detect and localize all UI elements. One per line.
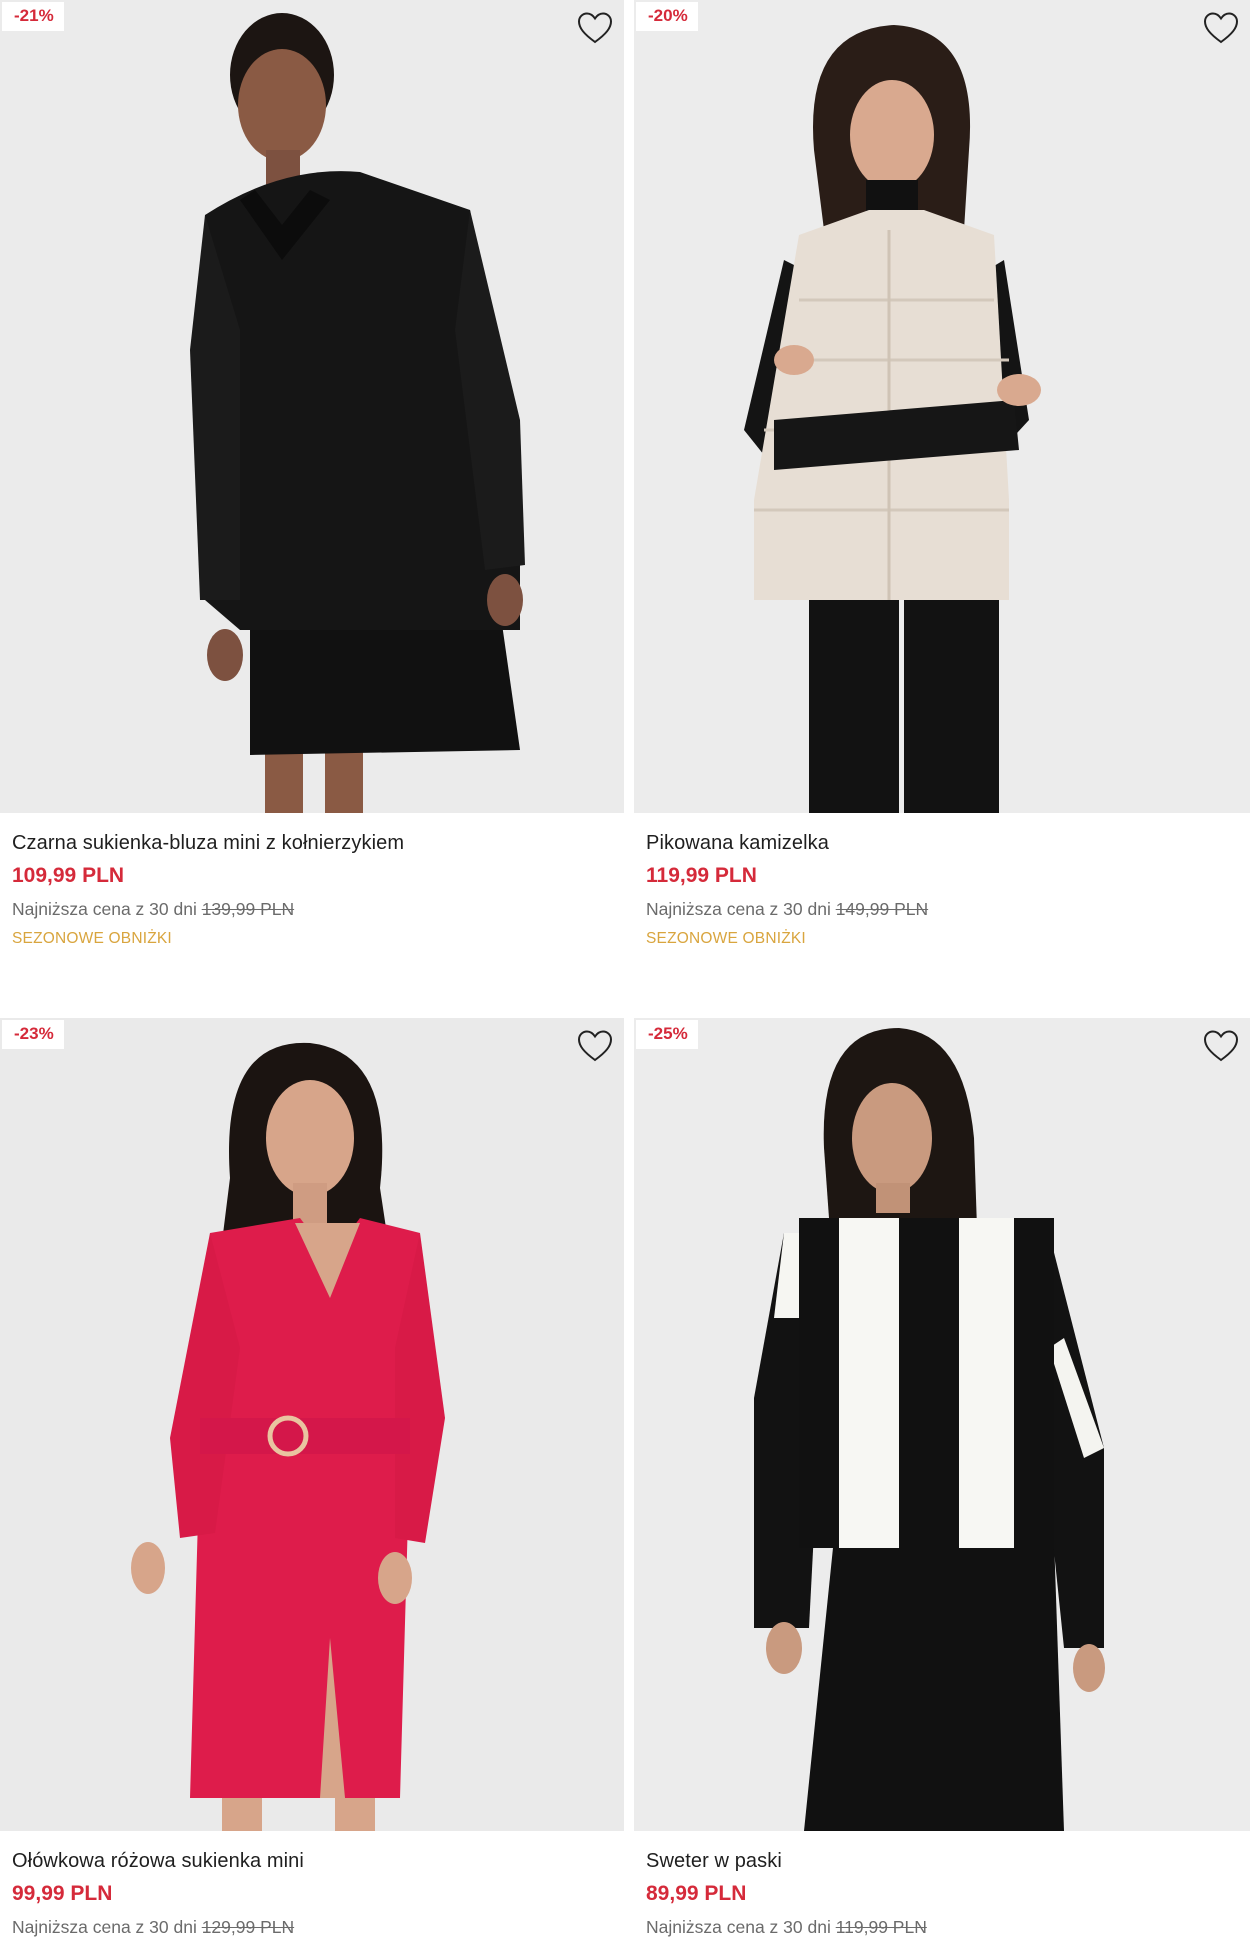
product-info: Ołówkowa różowa sukienka mini 99,99 PLN … [0, 1831, 624, 1941]
product-info: Czarna sukienka-bluza mini z kołnierzyki… [0, 813, 624, 951]
product-price: 99,99 PLN [12, 1882, 113, 1905]
heart-outline-icon[interactable] [1202, 1028, 1240, 1064]
product-image[interactable]: -21% [0, 0, 624, 813]
heart-outline-icon[interactable] [576, 1028, 614, 1064]
discount-badge: -25% [636, 1020, 698, 1049]
lowest-price-note: Najniższa cena z 30 dni 149,99 PLN [646, 895, 1246, 923]
lowest-price-value: 139,99 PLN [201, 899, 295, 919]
model-striped-sweater-illustration [634, 1018, 1250, 1831]
product-name[interactable]: Ołówkowa różowa sukienka mini [12, 1847, 612, 1875]
lowest-price-note: Najniższa cena z 30 dni 119,99 PLN [646, 1913, 1246, 1941]
lowest-price-value: 129,99 PLN [201, 1917, 295, 1937]
discount-badge: -20% [636, 2, 698, 31]
product-image[interactable]: -25% [634, 1018, 1250, 1831]
lowest-price-value: 149,99 PLN [835, 899, 929, 919]
heart-outline-icon[interactable] [576, 10, 614, 46]
model-pink-dress-illustration [0, 1018, 624, 1831]
discount-badge: -23% [2, 1020, 64, 1049]
product-card[interactable]: -25% Sweter w paski 89,99 PLN Najniższa … [634, 1018, 1250, 1941]
lowest-price-label: Najniższa cena z 30 dni [646, 899, 831, 919]
product-name[interactable]: Sweter w paski [646, 1847, 1246, 1875]
model-quilted-vest-illustration [634, 0, 1250, 813]
product-image[interactable]: -20% [634, 0, 1250, 813]
promo-tag: SEZONOWE OBNIŻKI [646, 930, 806, 947]
product-name[interactable]: Czarna sukienka-bluza mini z kołnierzyki… [12, 829, 612, 857]
product-name[interactable]: Pikowana kamizelka [646, 829, 1246, 857]
product-image[interactable]: -23% [0, 1018, 624, 1831]
lowest-price-label: Najniższa cena z 30 dni [646, 1917, 831, 1937]
heart-outline-icon[interactable] [1202, 10, 1240, 46]
lowest-price-label: Najniższa cena z 30 dni [12, 899, 197, 919]
discount-badge: -21% [2, 2, 64, 31]
lowest-price-note: Najniższa cena z 30 dni 129,99 PLN [12, 1913, 612, 1941]
product-card[interactable]: -21% Czarna sukienka-bluza mini z kołnie… [0, 0, 624, 951]
product-card[interactable]: -20% Pikowana kamizelka 119,99 PLN Najni… [634, 0, 1250, 951]
promo-tag: SEZONOWE OBNIŻKI [12, 930, 172, 947]
lowest-price-note: Najniższa cena z 30 dni 139,99 PLN [12, 895, 612, 923]
lowest-price-value: 119,99 PLN [835, 1917, 927, 1937]
product-info: Sweter w paski 89,99 PLN Najniższa cena … [634, 1831, 1250, 1941]
product-info: Pikowana kamizelka 119,99 PLN Najniższa … [634, 813, 1250, 951]
product-grid: -21% Czarna sukienka-bluza mini z kołnie… [0, 0, 1250, 1960]
product-card[interactable]: -23% Ołówkowa różowa sukienka mini 99,99… [0, 1018, 624, 1941]
product-price: 109,99 PLN [12, 864, 125, 887]
product-price: 89,99 PLN [646, 1882, 747, 1905]
model-black-dress-illustration [0, 0, 624, 813]
product-price: 119,99 PLN [646, 864, 757, 887]
lowest-price-label: Najniższa cena z 30 dni [12, 1917, 197, 1937]
